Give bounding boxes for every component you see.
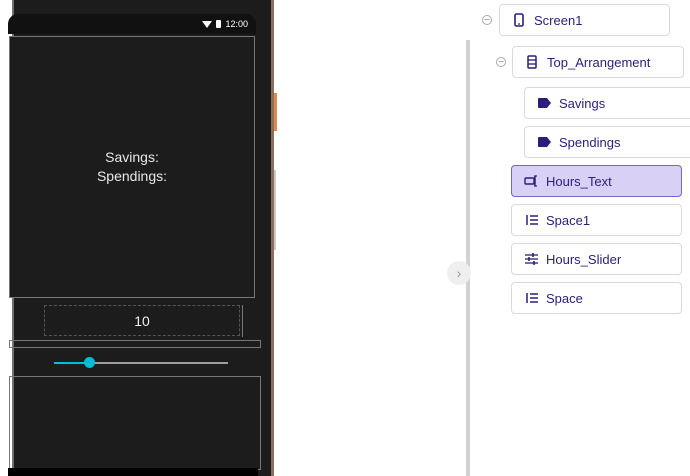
chevron-right-icon: › [456, 265, 462, 281]
tree-node-top-arrangement[interactable]: Top_Arrangement [512, 46, 684, 78]
hours-textbox[interactable]: 10 [44, 305, 240, 336]
panel-splitter[interactable] [466, 40, 470, 476]
divider [242, 305, 243, 337]
battery-icon [216, 20, 222, 28]
space-icon [524, 213, 538, 227]
textbox-icon [524, 174, 538, 188]
tree-node-label: Top_Arrangement [547, 54, 651, 70]
tree-node-label: Hours_Text [546, 173, 612, 189]
phone-icon [512, 13, 526, 27]
top-arrangement-preview[interactable]: Savings: Spendings: [9, 36, 255, 298]
tree-node-screen1[interactable]: Screen1 [499, 4, 670, 36]
tree-node-hours-slider[interactable]: Hours_Slider [511, 243, 682, 275]
tree-node-label: Space [546, 290, 583, 306]
space1-preview[interactable] [9, 340, 261, 348]
savings-label[interactable]: Savings: [105, 148, 159, 167]
resize-handle[interactable] [274, 93, 277, 131]
hours-slider[interactable] [54, 357, 228, 368]
label-icon [537, 96, 551, 110]
status-time: 12:00 [225, 19, 248, 29]
tree-node-label: Space1 [546, 212, 591, 228]
space-preview[interactable] [9, 376, 261, 470]
collapse-panel-button[interactable]: › [447, 261, 471, 285]
collapse-top-arrangement-toggle[interactable]: − [496, 57, 506, 68]
status-bar: 12:00 [8, 14, 256, 34]
tree-node-spendings[interactable]: Spendings [524, 126, 690, 158]
slider-icon [524, 252, 538, 266]
scroll-indicator [274, 170, 276, 250]
phone-bottom-bar [8, 468, 258, 476]
slider-thumb[interactable] [83, 357, 95, 368]
tree-node-label: Savings [559, 95, 606, 111]
wifi-icon [202, 20, 213, 28]
tree-node-hours-text[interactable]: Hours_Text [511, 165, 682, 197]
tree-node-space[interactable]: Space [511, 282, 682, 314]
tree-node-label: Spendings [559, 134, 621, 150]
tree-node-space1[interactable]: Space1 [511, 204, 682, 236]
tree-node-savings[interactable]: Savings [524, 87, 690, 119]
label-icon [537, 135, 551, 149]
tree-node-label: Screen1 [534, 12, 583, 28]
space-icon [524, 291, 538, 305]
spendings-label[interactable]: Spendings: [97, 167, 167, 186]
vertical-arrangement-icon [525, 55, 539, 69]
collapse-screen1-toggle[interactable]: − [482, 15, 492, 26]
tree-node-label: Hours_Slider [546, 251, 622, 267]
